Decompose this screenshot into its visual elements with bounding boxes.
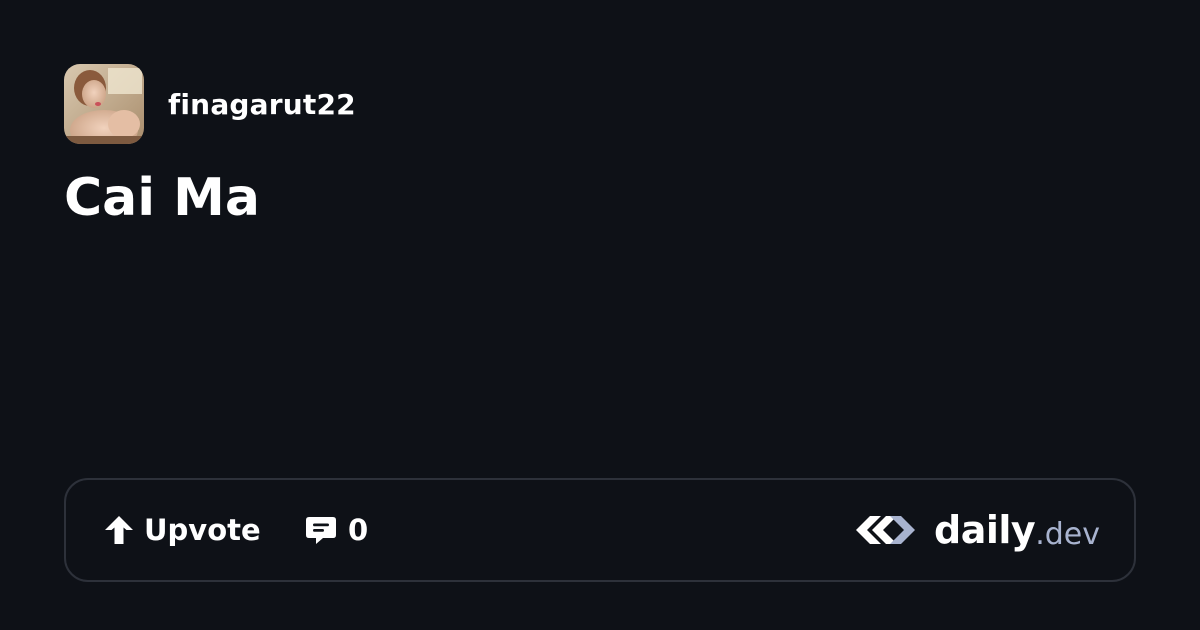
comment-count: 0 [348,513,369,547]
arrow-up-icon [105,516,133,544]
avatar[interactable] [64,64,144,144]
avatar-image [64,64,144,144]
post-title: Cai Ma [64,168,261,228]
upvote-label: Upvote [144,513,261,547]
comment-bubble-icon [306,517,336,544]
daily-dev-logo-icon [856,516,916,544]
brand-name: daily [934,508,1036,552]
author-name[interactable]: finagarut22 [168,88,356,121]
post-actions-card: Upvote 0 daily .dev [64,478,1136,582]
upvote-button[interactable]: Upvote [102,510,261,550]
brand-tld: .dev [1035,516,1100,552]
daily-dev-brand[interactable]: daily .dev [850,506,1100,554]
author-header: finagarut22 [64,64,356,144]
comments-button[interactable]: 0 [304,510,368,550]
